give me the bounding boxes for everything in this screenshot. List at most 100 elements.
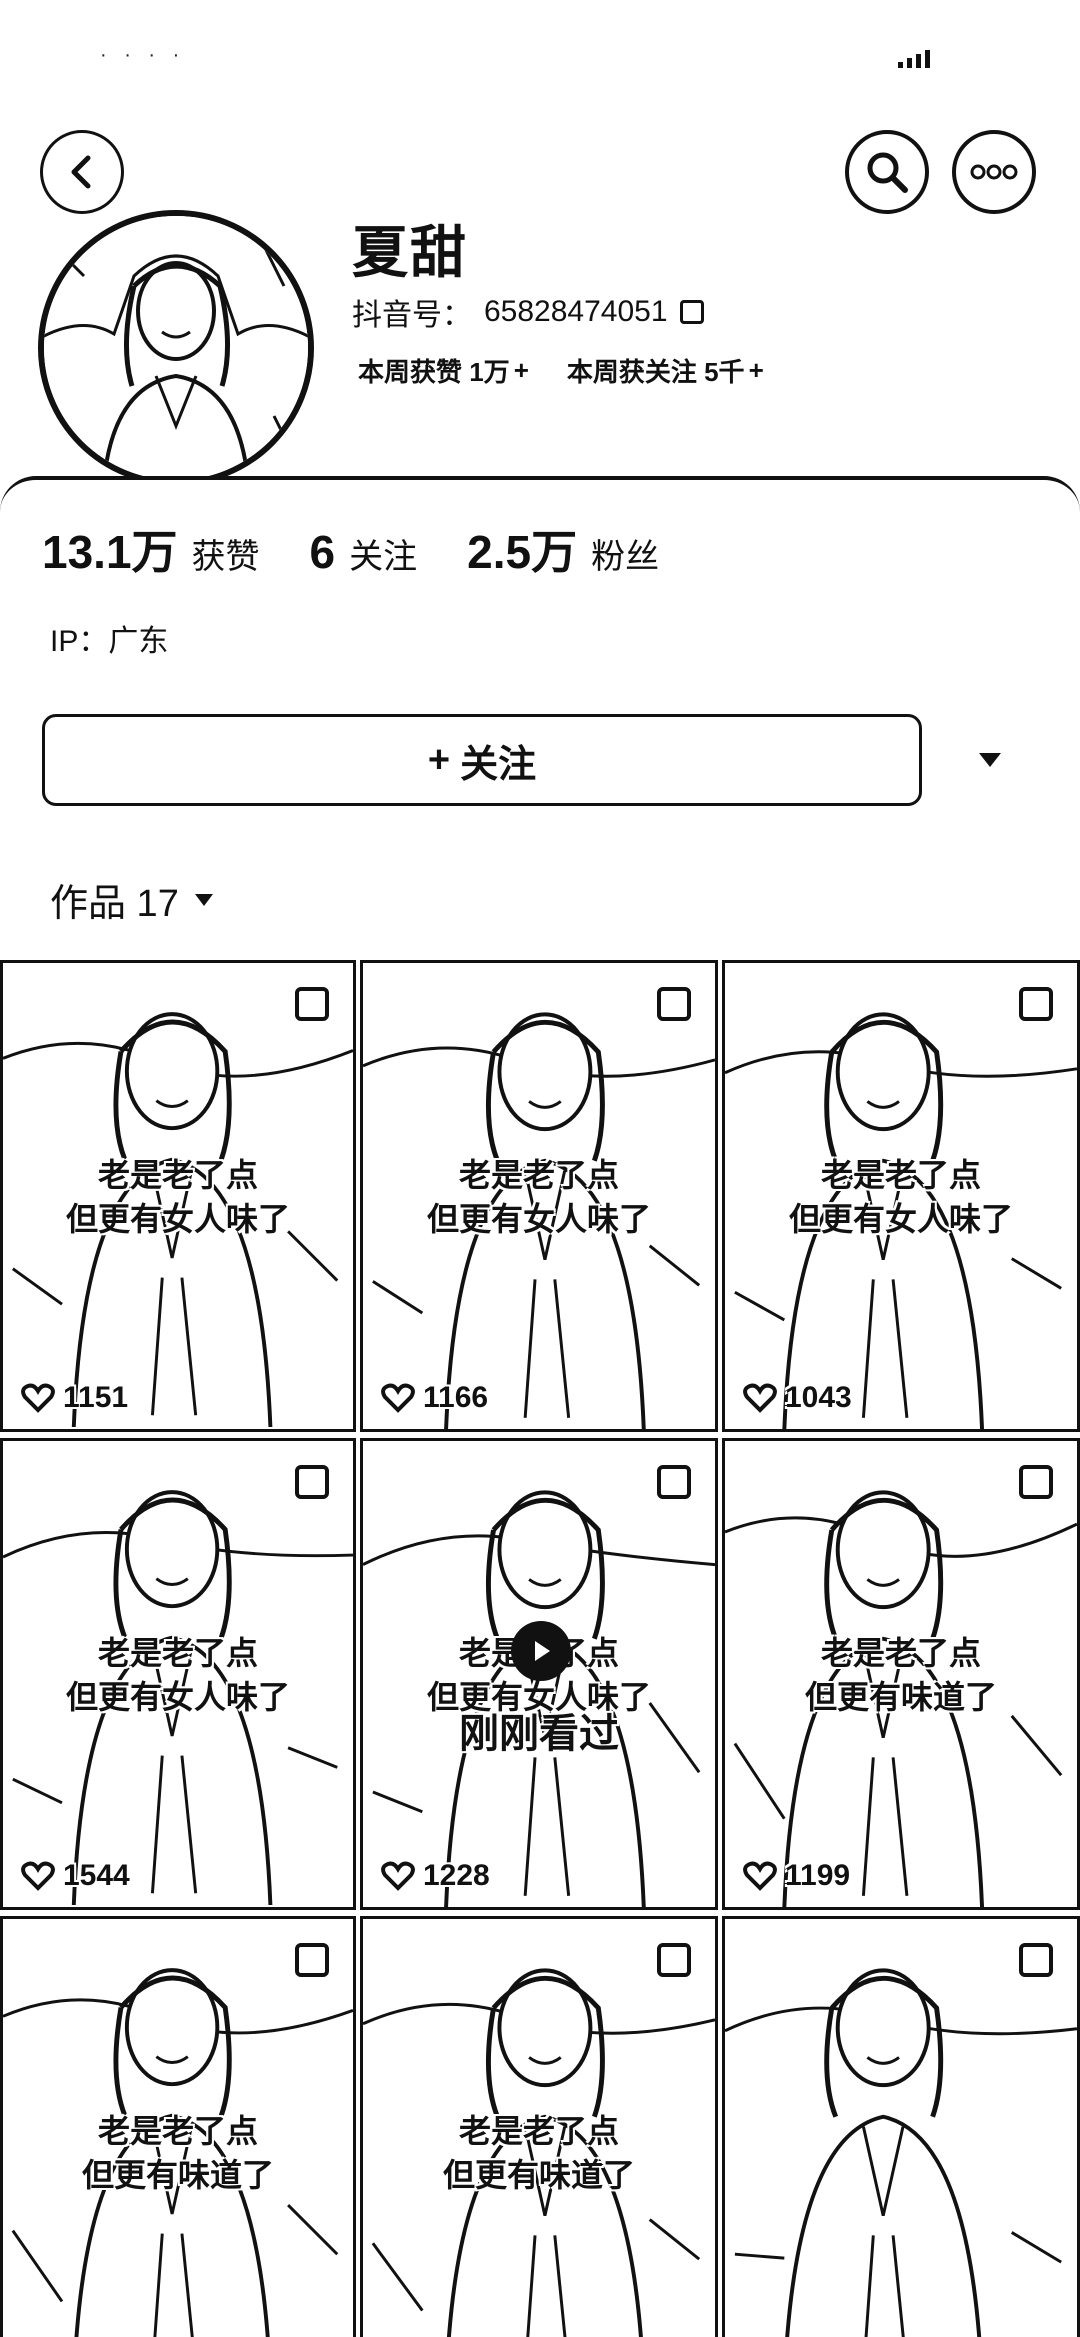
stat-followers[interactable]: 2.5万 粉丝 (467, 516, 659, 582)
video-caption: 老是老了点但更有味道了 (363, 2109, 715, 2197)
avatar-portrait (44, 216, 308, 480)
play-icon[interactable] (511, 1621, 571, 1681)
video-caption-line2: 但更有女人味了 (788, 1201, 1013, 1237)
stat-followers-label: 粉丝 (591, 538, 660, 576)
video-item[interactable]: 老是老了点但更有女人味了 1151 (0, 960, 356, 1432)
video-caption-line1: 老是老了点 (458, 2113, 619, 2149)
chevron-left-icon (71, 155, 91, 189)
video-caption-line1: 老是老了点 (458, 1157, 619, 1193)
follow-button[interactable]: + 关注 (42, 714, 922, 806)
checkbox-icon[interactable] (657, 1465, 691, 1499)
copy-icon[interactable] (679, 300, 704, 324)
stats-row: 13.1万 获赞 6 关注 2.5万 粉丝 (42, 516, 659, 582)
ip-location: IP：广东 (50, 625, 169, 658)
status-bar-left: · · · · (100, 44, 186, 66)
video-item[interactable]: 老是老了点但更有味道了 1199 (722, 1438, 1080, 1910)
weekly-follows-label: 本周获关注 5千 (566, 357, 745, 387)
video-caption-line2: 但更有味道了 (804, 1679, 997, 1715)
checkbox-icon[interactable] (1019, 987, 1053, 1021)
video-like-count: 1544 (21, 1859, 130, 1893)
video-caption-line2: 但更有女人味了 (65, 1679, 290, 1715)
video-caption: 老是老了点但更有女人味了 (363, 1153, 715, 1241)
weekly-follows[interactable]: 本周获关注 5千 + (567, 352, 764, 389)
checkbox-icon[interactable] (657, 1943, 691, 1977)
weekly-likes[interactable]: 本周获赞 1万 + (358, 352, 529, 389)
plus-icon: + (427, 738, 451, 781)
video-thumbnail (725, 1919, 1077, 2337)
checkbox-icon[interactable] (295, 1465, 329, 1499)
search-button[interactable] (845, 130, 929, 214)
heart-icon (743, 1383, 777, 1413)
heart-icon (21, 1383, 55, 1413)
video-caption-line1: 老是老了点 (97, 2113, 258, 2149)
checkbox-icon[interactable] (1019, 1943, 1053, 1977)
stat-following-label: 关注 (349, 538, 418, 576)
weekly-likes-suffix: + (513, 355, 529, 385)
video-caption: 老是老了点但更有女人味了 (3, 1153, 353, 1241)
nickname: 夏甜 (352, 221, 468, 284)
heart-icon (381, 1861, 415, 1891)
video-grid: 老是老了点 但更有女人味了 1151 老是老了点 但更有女人味了 1166 老是老了点 但更有… (0, 960, 1080, 2337)
video-caption: 老是老了点但更有女人味了 (725, 1153, 1077, 1241)
more-button[interactable] (952, 130, 1036, 214)
checkbox-icon[interactable] (1019, 1465, 1053, 1499)
search-icon (867, 152, 908, 193)
video-item[interactable]: 老是老了点但更有女人味了刚刚看过1228 (360, 1438, 718, 1910)
video-like-value: 1199 (785, 1859, 851, 1892)
video-like-value: 1151 (63, 1381, 129, 1414)
stat-likes-label: 获赞 (191, 538, 260, 576)
recently-watched-label: 刚刚看过 (459, 1712, 619, 1756)
triangle-down-icon (194, 893, 213, 906)
stat-followers-value: 2.5万 (467, 526, 578, 578)
video-caption: 老是老了点但更有味道了 (3, 2109, 353, 2197)
video-caption: 老是老了点但更有味道了 (725, 1631, 1077, 1719)
stat-likes[interactable]: 13.1万 获赞 (42, 516, 260, 582)
weekly-stats: 本周获赞 1万 + 本周获关注 5千 + (358, 352, 764, 389)
avatar[interactable] (38, 210, 314, 486)
weekly-likes-label: 本周获赞 1万 (358, 357, 510, 387)
video-caption-line1: 老是老了点 (97, 1157, 258, 1193)
video-caption-line2: 但更有女人味了 (65, 1201, 290, 1237)
triangle-down-icon (979, 753, 1001, 767)
checkbox-icon[interactable] (295, 1943, 329, 1977)
video-item[interactable]: 老是老了点但更有女人味了 1043 (722, 960, 1080, 1432)
heart-icon (743, 1861, 777, 1891)
video-like-count: 1199 (743, 1859, 850, 1893)
video-item[interactable]: 老是老了点但更有味道了 (0, 1916, 356, 2337)
more-actions-dropdown[interactable] (960, 720, 1020, 800)
more-horizontal-icon (970, 164, 1018, 180)
douyin-id[interactable]: 抖音号： 65828474051 (352, 290, 704, 334)
checkbox-icon[interactable] (657, 987, 691, 1021)
video-item[interactable]: 老是老了点但更有女人味了 1166 (360, 960, 718, 1432)
stat-following-value: 6 (309, 526, 336, 578)
video-caption-line2: 但更有味道了 (442, 2157, 635, 2193)
weekly-follows-suffix: + (748, 355, 764, 385)
video-like-count: 1151 (21, 1381, 128, 1415)
back-button[interactable] (40, 130, 124, 214)
checkbox-icon[interactable] (295, 987, 329, 1021)
profile-header: 夏甜 抖音号： 65828474051 本周获赞 1万 + 本周获关注 5千 + (0, 100, 1080, 486)
stat-likes-value: 13.1万 (42, 526, 178, 578)
video-caption-line1: 老是老了点 (820, 1157, 981, 1193)
video-like-value: 1043 (785, 1381, 852, 1414)
video-caption-line1: 老是老了点 (820, 1635, 981, 1671)
video-caption-line2: 但更有味道了 (81, 2157, 274, 2193)
stat-following[interactable]: 6 关注 (310, 525, 418, 579)
signal-icon (898, 50, 930, 68)
video-item[interactable]: 老是老了点但更有女人味了 1544 (0, 1438, 356, 1910)
video-caption-line2: 但更有女人味了 (426, 1201, 651, 1237)
video-like-value: 1228 (423, 1859, 490, 1892)
video-caption-line1: 老是老了点 (97, 1635, 258, 1671)
video-item[interactable] (722, 1916, 1080, 2337)
follow-button-label: 关注 (460, 743, 537, 786)
tab-works-label: 作品 17 (50, 883, 179, 925)
video-like-count: 1228 (381, 1859, 490, 1893)
video-caption: 老是老了点但更有女人味了 (3, 1631, 353, 1719)
tab-works[interactable]: 作品 17 (50, 872, 215, 927)
video-like-value: 1544 (63, 1859, 130, 1892)
video-item[interactable]: 老是老了点但更有味道了 (360, 1916, 718, 2337)
video-like-value: 1166 (423, 1381, 489, 1414)
video-like-count: 1043 (743, 1381, 852, 1415)
heart-icon (381, 1383, 415, 1413)
profile-card: 13.1万 获赞 6 关注 2.5万 粉丝 IP：广东 + 关注 作品 17 老… (0, 476, 1080, 2337)
